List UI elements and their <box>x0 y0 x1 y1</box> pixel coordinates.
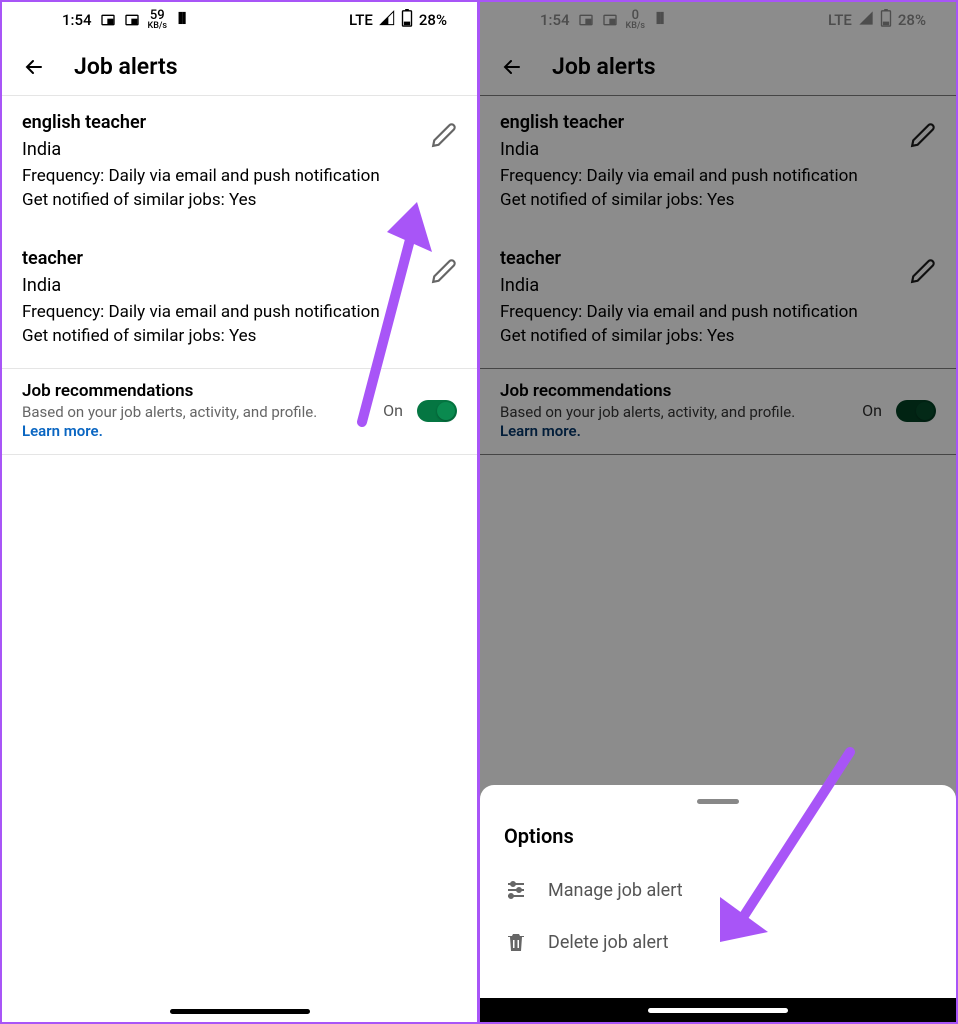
status-kbps: 59KB/s <box>148 9 168 31</box>
edit-icon[interactable] <box>431 258 457 284</box>
pause-icon: ▐▌ <box>175 13 189 24</box>
alert-item-0[interactable]: english teacher India Frequency: Daily v… <box>2 96 477 232</box>
trash-icon <box>504 930 528 954</box>
pip-icon-1 <box>100 12 116 28</box>
alert-title: english teacher <box>22 112 146 133</box>
page-title: Job alerts <box>74 53 178 80</box>
alert-frequency: Frequency: Daily via email and push noti… <box>22 166 457 186</box>
nav-bar <box>480 998 956 1022</box>
delete-label: Delete job alert <box>548 932 668 953</box>
learn-more-link[interactable]: Learn more. <box>22 422 103 440</box>
rec-title: Job recommendations <box>22 381 317 401</box>
alert-location: India <box>22 275 83 296</box>
alert-title: teacher <box>22 248 83 269</box>
recommendations-section: Job recommendations Based on your job al… <box>2 368 477 455</box>
alert-frequency: Frequency: Daily via email and push noti… <box>22 302 457 322</box>
phone-left: 1:54 59KB/s ▐▌ LTE 28% Job alerts eng <box>0 0 479 1024</box>
alert-similar: Get notified of similar jobs: Yes <box>22 326 457 346</box>
recommendations-toggle[interactable] <box>417 400 457 422</box>
sheet-handle[interactable] <box>697 799 739 804</box>
options-bottom-sheet: Options Manage job alert Delete job aler… <box>480 785 956 998</box>
rec-subtitle: Based on your job alerts, activity, and … <box>22 403 317 421</box>
home-indicator[interactable] <box>648 1008 788 1013</box>
manage-label: Manage job alert <box>548 880 683 901</box>
manage-alert-option[interactable]: Manage job alert <box>480 864 956 916</box>
edit-icon[interactable] <box>431 122 457 148</box>
back-icon[interactable] <box>22 55 46 79</box>
phone-right: 1:54 0KB/s ▐▌ LTE 28% Job alerts <box>479 0 958 1024</box>
network-label: LTE <box>349 11 373 29</box>
header: Job alerts <box>2 38 477 96</box>
status-bar: 1:54 59KB/s ▐▌ LTE 28% <box>2 2 477 38</box>
sheet-title: Options <box>480 824 956 864</box>
toggle-label: On <box>383 401 403 420</box>
battery-icon <box>401 9 413 31</box>
sliders-icon <box>504 878 528 902</box>
alerts-list: english teacher India Frequency: Daily v… <box>2 96 477 1022</box>
battery-pct: 28% <box>419 11 447 29</box>
delete-alert-option[interactable]: Delete job alert <box>480 916 956 968</box>
signal-icon <box>379 10 395 30</box>
alert-similar: Get notified of similar jobs: Yes <box>22 190 457 210</box>
status-time: 1:54 <box>62 11 92 29</box>
pip-icon-2 <box>124 12 140 28</box>
alert-item-1[interactable]: teacher India Frequency: Daily via email… <box>2 232 477 368</box>
home-indicator[interactable] <box>170 1009 310 1014</box>
alert-location: India <box>22 139 146 160</box>
